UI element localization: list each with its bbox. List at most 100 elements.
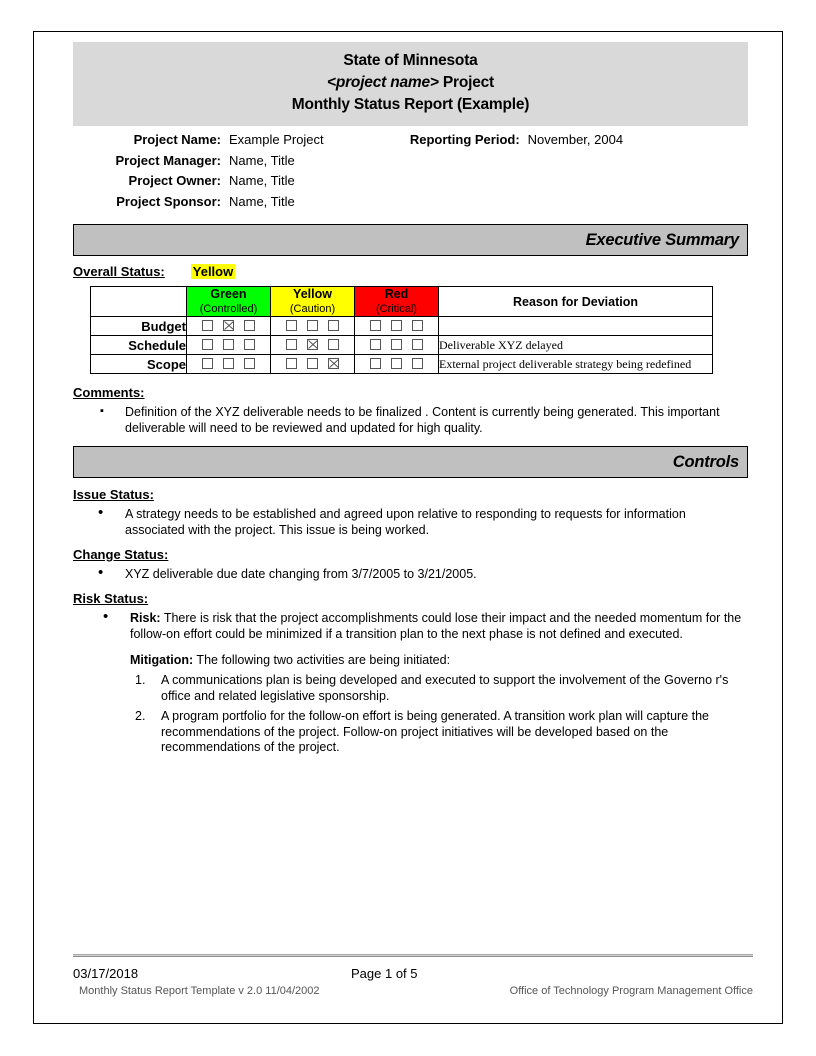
checkbox[interactable] [412, 320, 423, 332]
footer-date: 03/17/2018 [73, 966, 139, 981]
project-sponsor-value: Name, Title [229, 193, 295, 209]
checkbox[interactable] [370, 320, 381, 332]
status-table: Green (Controlled) Yellow (Caution) Red … [90, 286, 713, 374]
checkbox[interactable] [328, 339, 339, 351]
schedule-yellow-cell [270, 335, 355, 355]
schedule-reason-cell[interactable]: Deliverable XYZ delayed [438, 335, 713, 355]
table-row: Scope External project deliverable strat… [90, 354, 713, 374]
risk-text: There is risk that the project accomplis… [130, 611, 742, 641]
header-reason-cell: Reason for Deviation [438, 286, 713, 317]
project-owner-label: Project Owner: [128, 173, 221, 188]
title-line-project: <project name> Project [73, 72, 748, 94]
header-yellow-name: Yellow [293, 287, 332, 301]
list-item: A communications plan is being developed… [135, 673, 729, 703]
title-line-report: Monthly Status Report (Example) [291, 96, 530, 113]
scope-red-cell [354, 354, 439, 374]
checkbox[interactable] [412, 358, 423, 370]
checkbox[interactable] [391, 320, 402, 332]
footer-primary-row: 03/17/2018 Page 1 of 5 [73, 966, 753, 983]
page-frame: State of Minnesota <project name> Projec… [33, 31, 783, 1024]
scope-reason-cell[interactable]: External project deliverable strategy be… [438, 354, 713, 374]
project-manager-label: Project Manager: [115, 152, 221, 168]
header-blank-cell [90, 286, 187, 317]
checkbox[interactable] [307, 358, 318, 370]
checkbox[interactable] [307, 320, 318, 332]
list-item: A program portfolio for the follow-on ef… [135, 709, 709, 754]
overall-status-label: Overall Status: [73, 264, 165, 279]
title-line-state: State of Minnesota [343, 52, 478, 69]
schedule-red-cell [354, 335, 439, 355]
project-name-placeholder: <project name> [326, 74, 439, 91]
checkbox[interactable] [328, 320, 339, 332]
section-bar-controls: Controls [73, 446, 748, 478]
checkbox[interactable] [286, 320, 297, 332]
budget-green-cell [186, 316, 271, 336]
footer-office-name: Office of Technology Program Management … [509, 985, 753, 997]
list-item: Definition of the XYZ deliverable needs … [73, 403, 748, 436]
comments-heading: Comments: [73, 385, 145, 400]
budget-yellow-cell [270, 316, 355, 336]
overall-status-badge: Yellow [190, 264, 236, 279]
checkbox-checked[interactable] [223, 320, 234, 332]
checkbox[interactable] [202, 339, 213, 351]
list-item: XYZ deliverable due date changing from 3… [73, 565, 748, 582]
project-info-row: Project Name: Example Project Reporting Pe… [73, 132, 748, 153]
checkbox[interactable] [391, 358, 402, 370]
project-sponsor-label: Project Sponsor: [116, 193, 221, 209]
footer-secondary-row: Monthly Status Report Template v 2.0 11/… [73, 985, 753, 1001]
list-item: Risk: There is risk that the project acc… [73, 609, 748, 642]
checkbox[interactable] [412, 339, 423, 351]
row-label-scope: Scope [90, 354, 187, 374]
header-green-name: Green [210, 287, 247, 301]
header-red-cell: Red (Critical) [354, 286, 439, 317]
project-manager-value: Name, Title [229, 152, 295, 168]
checkbox-checked[interactable] [307, 339, 318, 351]
budget-reason-cell[interactable] [438, 316, 713, 336]
title-banner: State of Minnesota <project name> Projec… [73, 42, 748, 126]
checkbox[interactable] [286, 339, 297, 351]
overall-status-row: Overall Status: Yellow [73, 264, 748, 279]
table-row: Schedule Deliverable XYZ delayed [90, 335, 713, 355]
scope-yellow-cell [270, 354, 355, 374]
footer-page-number: Page 1 of 5 [351, 966, 418, 981]
header-red-sub: (Critical) [376, 303, 417, 315]
project-owner-value: Name, Title [229, 173, 295, 188]
project-word: Project [438, 74, 495, 91]
checkbox[interactable] [244, 320, 255, 332]
change-status-list: XYZ deliverable due date changing from 3… [73, 565, 748, 582]
checkbox[interactable] [223, 358, 234, 370]
checkbox[interactable] [391, 339, 402, 351]
scope-green-cell [186, 354, 271, 374]
checkbox[interactable] [202, 358, 213, 370]
header-red-name: Red [384, 287, 409, 301]
mitigation-label: Mitigation: [130, 653, 194, 667]
reporting-period-value: November, 2004 [527, 132, 624, 147]
checkbox[interactable] [370, 339, 381, 351]
project-name-label: Project Name: [133, 132, 221, 147]
issue-status-heading: Issue Status: [73, 487, 154, 502]
checkbox[interactable] [244, 358, 255, 370]
table-row: Budget [90, 316, 713, 336]
reporting-period-label: Reporting Period: [409, 132, 520, 147]
footer-template-info: Monthly Status Report Template v 2.0 11/… [79, 985, 320, 997]
document-content: State of Minnesota <project name> Projec… [73, 42, 748, 761]
checkbox-checked[interactable] [328, 358, 339, 370]
section-bar-executive-summary: Executive Summary [73, 224, 748, 256]
checkbox[interactable] [370, 358, 381, 370]
checkbox[interactable] [286, 358, 297, 370]
checkbox[interactable] [223, 339, 234, 351]
header-yellow-sub: (Caution) [289, 303, 336, 315]
mitigation-text: The following two activities are being i… [193, 653, 451, 667]
header-yellow-cell: Yellow (Caution) [270, 286, 355, 317]
risk-label: Risk: [130, 611, 161, 625]
header-green-cell: Green (Controlled) [186, 286, 271, 317]
comments-list: Definition of the XYZ deliverable needs … [73, 403, 748, 436]
checkbox[interactable] [202, 320, 213, 332]
project-name-value: Example Project [229, 132, 324, 147]
status-table-header-row: Green (Controlled) Yellow (Caution) Red … [90, 286, 713, 317]
row-label-schedule: Schedule [90, 335, 187, 355]
schedule-green-cell [186, 335, 271, 355]
mitigation-block: Mitigation: The following two activities… [130, 652, 748, 668]
checkbox[interactable] [244, 339, 255, 351]
list-item: A strategy needs to be established and a… [73, 505, 748, 538]
